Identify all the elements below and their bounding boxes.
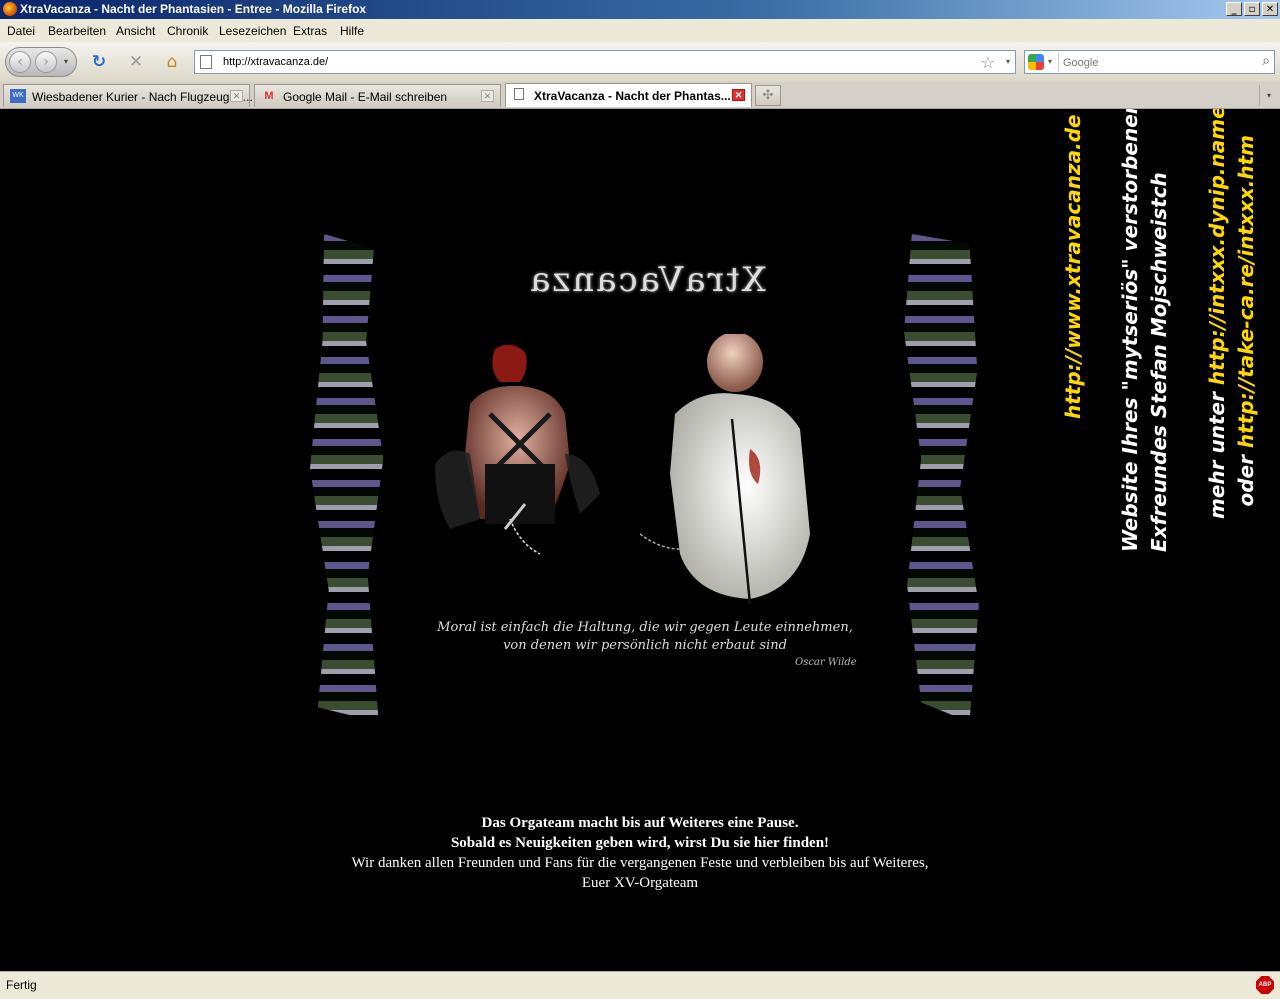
announcement-message: Das Orgateam macht bis auf Weiteres eine… bbox=[240, 813, 1040, 893]
quote-line-1: Moral ist einfach die Haltung, die wir g… bbox=[437, 620, 853, 635]
side-text-website: Website Ihres "mytseriös" verstorbenen E… bbox=[1116, 109, 1174, 552]
page-icon bbox=[514, 88, 524, 100]
menu-hilfe[interactable]: Hilfe bbox=[340, 24, 364, 38]
maximize-button[interactable]: ▫ bbox=[1244, 2, 1260, 16]
left-pillar bbox=[310, 234, 384, 722]
news-icon: WK bbox=[10, 89, 26, 103]
close-tab-icon[interactable]: ✕ bbox=[481, 90, 494, 102]
minimize-button[interactable]: _ bbox=[1226, 2, 1242, 16]
quote-line-2: von denen wir persönlich nicht erbaut si… bbox=[503, 638, 787, 653]
close-button[interactable]: ✕ bbox=[1262, 2, 1278, 16]
menu-datei[interactable]: Datei bbox=[7, 24, 35, 38]
tab-xtravacanza[interactable]: XtraVacanza - Nacht der Phantas... ✕ bbox=[505, 83, 752, 107]
url-dropdown-icon[interactable]: ▾ bbox=[1006, 57, 1010, 66]
history-dropdown-icon[interactable]: ▾ bbox=[64, 57, 68, 66]
menu-lesezeichen[interactable]: Lesezeichen bbox=[219, 24, 286, 38]
close-tab-icon[interactable]: ✕ bbox=[732, 89, 745, 101]
right-pillar bbox=[904, 234, 979, 722]
firefox-icon bbox=[3, 2, 17, 16]
xtravacanza-link[interactable]: http://www.xtravacanza.de bbox=[1061, 114, 1085, 419]
navigation-toolbar: ‹ › ▾ ↻ ✕ ⌂ http://xtravacanza.de/ ☆ ▾ ▾… bbox=[0, 42, 1280, 83]
gmail-icon: M bbox=[264, 90, 274, 102]
tab-label: XtraVacanza - Nacht der Phantas... bbox=[534, 89, 731, 103]
window-title: XtraVacanza - Nacht der Phantasien - Ent… bbox=[20, 2, 367, 16]
tab-label: Wiesbadener Kurier - Nach Flugzeugab... bbox=[32, 90, 253, 104]
search-separator bbox=[1058, 53, 1059, 71]
search-bar[interactable]: ▾ Google ⌕ bbox=[1024, 50, 1275, 74]
banner-image: XtraVacanza Moral ist einfach die Haltun… bbox=[310, 234, 982, 729]
menu-ansicht[interactable]: Ansicht bbox=[116, 24, 155, 38]
tab-bar: WK Wiesbadener Kurier - Nach Flugzeugab.… bbox=[0, 82, 1280, 109]
message-line-2: Sobald es Neuigkeiten geben wird, wirst … bbox=[450, 835, 830, 851]
side-text-line-1: Website Ihres "mytseriös" verstorbenen bbox=[1118, 109, 1142, 552]
engine-dropdown-icon[interactable]: ▾ bbox=[1048, 57, 1052, 66]
reload-button[interactable]: ↻ bbox=[88, 52, 110, 72]
xtravacanza-logo: XtraVacanza bbox=[528, 260, 766, 300]
menu-extras[interactable]: Extras bbox=[293, 24, 327, 38]
message-line-1: Das Orgateam macht bis auf Weiteres eine… bbox=[481, 815, 799, 831]
search-icon[interactable]: ⌕ bbox=[1262, 53, 1270, 69]
woman-figure bbox=[435, 344, 600, 555]
home-button[interactable]: ⌂ bbox=[161, 52, 183, 72]
tab-label: Google Mail - E-Mail schreiben bbox=[283, 90, 448, 104]
tab-google-mail[interactable]: M Google Mail - E-Mail schreiben ✕ bbox=[254, 84, 501, 107]
close-tab-icon[interactable]: ✕ bbox=[230, 90, 243, 102]
take-care-link[interactable]: http://take-ca.re/intxxx.htm bbox=[1234, 135, 1258, 448]
google-icon[interactable] bbox=[1028, 54, 1044, 70]
tab-wiesbadener-kurier[interactable]: WK Wiesbadener Kurier - Nach Flugzeugab.… bbox=[3, 84, 253, 107]
status-text: Fertig bbox=[6, 978, 37, 992]
side-link-xtravacanza[interactable]: http://www.xtravacanza.de bbox=[1059, 114, 1088, 419]
mehr-unter-label: mehr unter bbox=[1205, 385, 1229, 519]
message-line-4: Euer XV-Orgateam bbox=[581, 875, 699, 891]
stop-button[interactable]: ✕ bbox=[125, 52, 147, 72]
intxxx-link[interactable]: http://intxxx.dynip.name bbox=[1205, 109, 1229, 385]
oder-label: oder bbox=[1234, 448, 1258, 507]
quote-author: Oscar Wilde bbox=[795, 657, 857, 668]
url-text[interactable]: http://xtravacanza.de/ bbox=[223, 56, 328, 68]
adblock-plus-icon[interactable]: ABP bbox=[1256, 976, 1274, 994]
forward-button[interactable]: › bbox=[35, 51, 57, 73]
menu-chronik[interactable]: Chronik bbox=[167, 24, 208, 38]
new-tab-button[interactable]: ✣ bbox=[755, 85, 781, 106]
status-bar: Fertig ABP bbox=[0, 971, 1280, 999]
side-text-more-links: mehr unter http://intxxx.dynip.name oder… bbox=[1203, 109, 1261, 519]
bookmark-star-icon[interactable]: ☆ bbox=[981, 53, 995, 72]
oscar-wilde-quote: Moral ist einfach die Haltung, die wir g… bbox=[410, 619, 880, 655]
side-text-line-2: Exfreundes Stefan Mojschweistch bbox=[1147, 172, 1171, 552]
man-figure bbox=[640, 334, 810, 605]
back-button[interactable]: ‹ bbox=[9, 51, 31, 73]
page-content: XtraVacanza Moral ist einfach die Haltun… bbox=[0, 109, 1280, 971]
title-bar: XtraVacanza - Nacht der Phantasien - Ent… bbox=[0, 0, 1280, 19]
menu-bar: Datei Bearbeiten Ansicht Chronik Lesezei… bbox=[0, 19, 1280, 42]
tab-list-dropdown-icon[interactable]: ▾ bbox=[1259, 85, 1278, 106]
page-icon bbox=[200, 55, 212, 69]
menu-bearbeiten[interactable]: Bearbeiten bbox=[48, 24, 106, 38]
back-forward-group: ‹ › ▾ bbox=[5, 47, 77, 77]
url-bar[interactable]: http://xtravacanza.de/ ☆ ▾ bbox=[194, 50, 1016, 74]
search-input[interactable]: Google bbox=[1063, 57, 1098, 69]
message-line-3: Wir danken allen Freunden und Fans für d… bbox=[351, 855, 929, 871]
